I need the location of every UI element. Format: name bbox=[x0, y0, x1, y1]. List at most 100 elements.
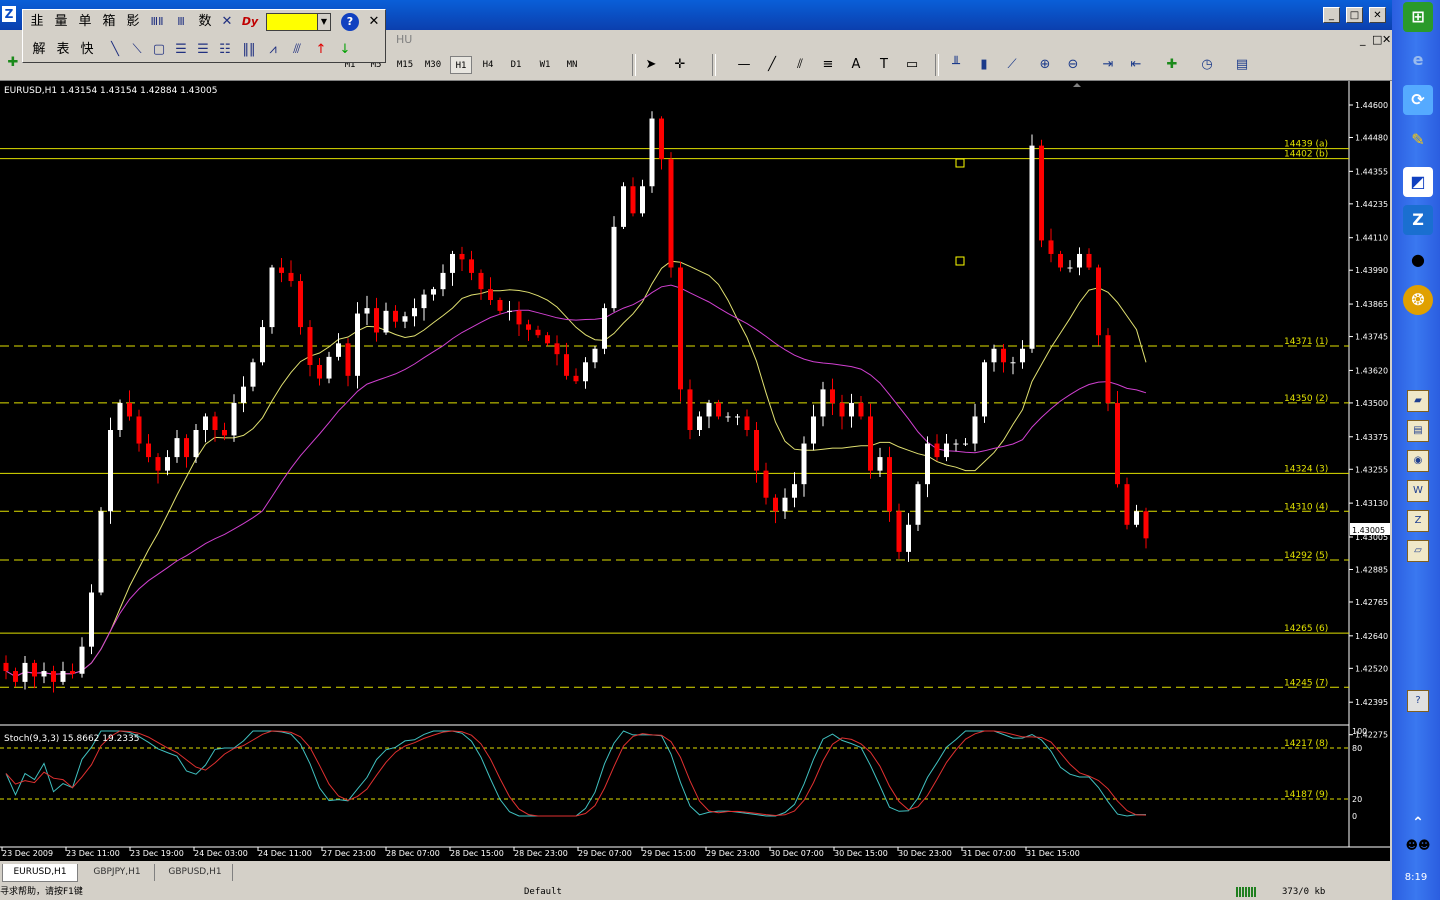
arrow-down-icon[interactable]: ↓ bbox=[335, 41, 355, 59]
candle-body bbox=[41, 671, 47, 677]
candle-body bbox=[782, 497, 788, 512]
text-label-icon[interactable]: T bbox=[875, 56, 893, 74]
windows-flag-icon[interactable]: ⊞ bbox=[1403, 2, 1433, 32]
trendline-icon[interactable]: ╱ bbox=[763, 56, 781, 74]
firefox-icon[interactable]: ◉ bbox=[1407, 450, 1429, 472]
help-small-icon[interactable]: ? bbox=[1407, 690, 1429, 712]
fib-channel-icon[interactable]: ☷ bbox=[215, 41, 235, 59]
chart-background bbox=[0, 81, 1390, 861]
pitchfork-icon[interactable]: ⩘ bbox=[263, 41, 283, 59]
maximize-button[interactable]: □ bbox=[1346, 7, 1363, 23]
line-chart-icon[interactable]: ⟋ bbox=[1003, 56, 1021, 74]
paint-icon[interactable]: ✎ bbox=[1403, 125, 1433, 155]
zoom-out-icon[interactable]: ⊖ bbox=[1064, 56, 1082, 74]
fibonacci-icon[interactable]: ≡ bbox=[819, 56, 837, 74]
channel-icon[interactable]: ⫽ bbox=[791, 56, 809, 74]
bar-chart-icon[interactable]: ╨ bbox=[947, 56, 965, 74]
timeframe-h4[interactable]: H4 bbox=[477, 56, 499, 74]
candle-body bbox=[744, 416, 750, 430]
float-tool-row2-1[interactable]: 解 bbox=[29, 41, 49, 59]
timeframe-m30[interactable]: M30 bbox=[420, 56, 446, 74]
candle-body bbox=[1020, 348, 1025, 363]
swirl-icon[interactable]: ❂ bbox=[1403, 285, 1433, 315]
candle-body bbox=[773, 497, 778, 512]
candlestick-icon[interactable]: ▮ bbox=[975, 56, 993, 74]
arrow-up-icon[interactable]: ↑ bbox=[311, 41, 331, 59]
level-label: 14439 (a) bbox=[1284, 140, 1328, 150]
app-icon-2[interactable]: ⟳ bbox=[1403, 85, 1433, 115]
float-tool-10[interactable]: Dy bbox=[239, 13, 261, 31]
z-app-icon[interactable]: Z bbox=[1403, 205, 1433, 235]
cycle-lines-icon[interactable]: ‖‖ bbox=[237, 41, 261, 59]
folder-icon[interactable]: ▰ bbox=[1407, 390, 1429, 412]
timeframe-m15[interactable]: M15 bbox=[392, 56, 418, 74]
candle-body bbox=[431, 289, 436, 295]
float-tool-3[interactable]: 单 bbox=[75, 13, 95, 31]
cursor-icon[interactable]: ➤ bbox=[642, 56, 660, 74]
periodicity-icon[interactable]: ◷ bbox=[1198, 56, 1216, 74]
floating-drawing-toolbar: 韭 量 单 箱 影 ⅢⅡ Ⅲ 数 ✕ Dy ▼ ? ✕ 解 表 快 ╲ ⟍ ▢ … bbox=[22, 9, 386, 63]
timeframe-d1[interactable]: D1 bbox=[505, 56, 527, 74]
status-help: 寻求帮助，请按F1键 bbox=[0, 887, 83, 897]
horizontal-line-icon[interactable]: — bbox=[735, 56, 753, 74]
fib-ext-icon[interactable]: ☰ bbox=[193, 41, 213, 59]
minimize-button[interactable]: _ bbox=[1323, 7, 1340, 23]
float-tool-4[interactable]: 箱 bbox=[99, 13, 119, 31]
arrows-icon[interactable]: ▭ bbox=[903, 56, 921, 74]
float-tool-1[interactable]: 韭 bbox=[27, 13, 47, 31]
float-tool-5[interactable]: 影 bbox=[123, 13, 143, 31]
crosshair-icon[interactable]: ✛ bbox=[671, 56, 689, 74]
parallel-lines-icon[interactable]: ⟍ bbox=[127, 41, 147, 59]
float-tool-8[interactable]: 数 bbox=[195, 13, 215, 31]
float-tool-7[interactable]: Ⅲ bbox=[171, 13, 191, 31]
candle-body bbox=[820, 389, 826, 417]
mdi-restore-icon[interactable]: □ bbox=[1372, 33, 1382, 46]
float-tool-6[interactable]: ⅢⅡ bbox=[147, 13, 167, 31]
mdi-close-icon[interactable]: ✕ bbox=[1382, 33, 1391, 46]
float-tool-row2-3[interactable]: 快 bbox=[77, 41, 97, 59]
qq-tray-icon[interactable]: ☻☻ bbox=[1403, 830, 1433, 860]
float-tool-row2-2[interactable]: 表 bbox=[53, 41, 73, 59]
fan-icon[interactable]: ⫻ bbox=[287, 41, 307, 59]
candle-body bbox=[925, 443, 930, 485]
open-folder-icon[interactable]: ▱ bbox=[1407, 540, 1429, 562]
auto-scroll-icon[interactable]: ⇥ bbox=[1099, 56, 1117, 74]
doc-icon[interactable]: ▤ bbox=[1407, 420, 1429, 442]
float-tool-9[interactable]: ✕ bbox=[217, 13, 237, 31]
help-icon[interactable]: ? bbox=[341, 13, 359, 31]
qq-icon[interactable]: ● bbox=[1403, 245, 1433, 275]
chevron-down-icon[interactable]: ▼ bbox=[317, 13, 331, 31]
price-chart[interactable]: 14439 (a)14402 (b) 14371 (1) 14350 (2) 1432… bbox=[0, 81, 1390, 861]
timeframe-mn[interactable]: MN bbox=[560, 56, 584, 74]
rectangle-icon[interactable]: ▢ bbox=[149, 41, 169, 59]
text-icon[interactable]: A bbox=[847, 56, 865, 74]
time-tick-label: 29 Dec 23:00 bbox=[706, 849, 760, 858]
templates-icon[interactable]: ▤ bbox=[1233, 56, 1251, 74]
quadrant-icon[interactable]: ◩ bbox=[1403, 167, 1433, 197]
level-label: 14265 (6) bbox=[1284, 624, 1328, 634]
chart-shift-icon[interactable]: ⇤ bbox=[1127, 56, 1145, 74]
chart-window[interactable]: 14439 (a) 14402 (b) 14371 (1) 14350 (2) 1432… bbox=[0, 81, 1390, 861]
timeframe-w1[interactable]: W1 bbox=[533, 56, 557, 74]
indicators-icon[interactable]: ✚ bbox=[1163, 56, 1181, 74]
ie-icon[interactable]: e bbox=[1403, 45, 1433, 75]
float-tool-2[interactable]: 量 bbox=[51, 13, 71, 31]
menu-item-hu[interactable]: HU bbox=[396, 33, 412, 46]
tab-gbpusd[interactable]: GBPUSD,H1 bbox=[158, 864, 233, 881]
mdi-minimize-icon[interactable]: _ bbox=[1360, 33, 1366, 46]
close-button[interactable]: ✕ bbox=[1369, 7, 1386, 23]
color-picker[interactable] bbox=[266, 13, 318, 31]
close-icon[interactable]: ✕ bbox=[365, 13, 383, 31]
candle-body bbox=[450, 253, 455, 273]
candle-body bbox=[374, 308, 379, 333]
fib-levels-icon[interactable]: ☰ bbox=[171, 41, 191, 59]
tab-gbpjpy[interactable]: GBPJPY,H1 bbox=[80, 864, 155, 881]
word-icon[interactable]: W bbox=[1407, 480, 1429, 502]
timeframe-h1[interactable]: H1 bbox=[450, 56, 472, 74]
line-tool-icon[interactable]: ╲ bbox=[105, 41, 125, 59]
z-small-icon[interactable]: Z bbox=[1407, 510, 1429, 532]
zoom-in-icon[interactable]: ⊕ bbox=[1036, 56, 1054, 74]
candle-body bbox=[222, 430, 227, 436]
candle-body bbox=[1039, 145, 1044, 241]
tab-eurusd[interactable]: EURUSD,H1 bbox=[2, 864, 78, 882]
